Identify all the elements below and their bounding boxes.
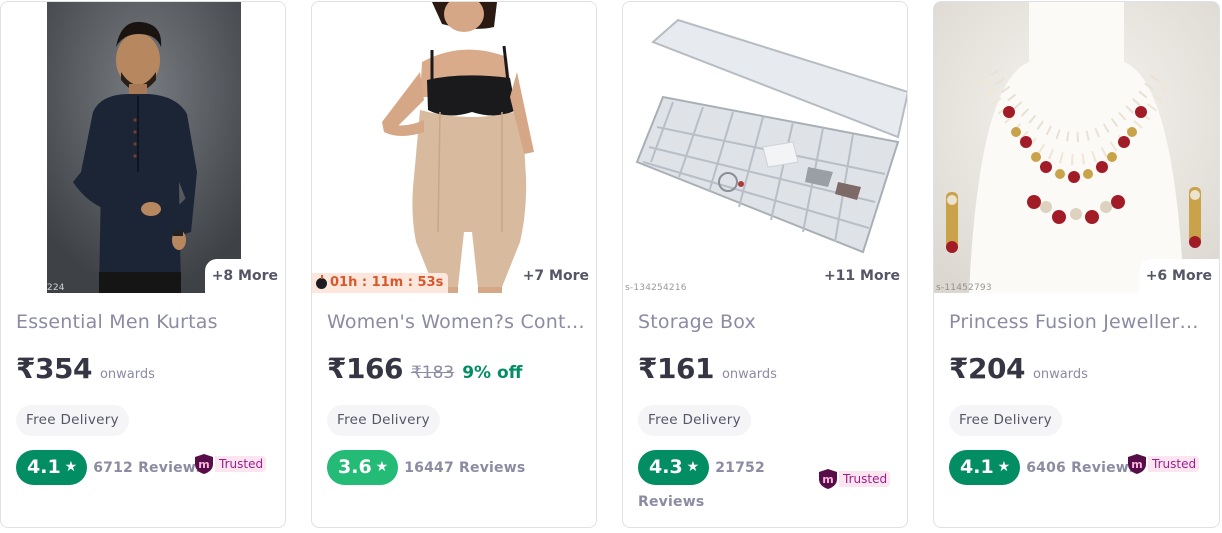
product-sku: s-11452793 (936, 283, 992, 293)
rating-badge: 4.1 ★ (949, 450, 1021, 485)
svg-text:m: m (1131, 458, 1142, 471)
rating-row: 4.1 ★ 6712 Reviews (16, 450, 204, 485)
star-icon: ★ (64, 459, 78, 475)
rating-row: 4.3 ★ 21752 Reviews (638, 450, 788, 510)
product-title[interactable]: Essential Men Kurtas (16, 311, 274, 333)
price-row: ₹204 onwards (949, 352, 1088, 385)
meesho-shield-icon: m (195, 454, 213, 474)
meesho-shield-icon: m (1128, 454, 1146, 474)
product-card[interactable]: 01h : 11m : 53s +7 More Women's Women?s … (311, 1, 597, 528)
product-price: ₹354 (16, 352, 92, 385)
product-card[interactable]: s-100479224 +8 More Essential Men Kurtas… (0, 1, 286, 528)
rating-value: 4.3 (649, 456, 683, 478)
price-suffix: onwards (721, 367, 777, 382)
svg-text:m: m (822, 473, 833, 486)
rating-badge: 4.1 ★ (16, 450, 88, 485)
free-delivery-badge: Free Delivery (16, 405, 129, 436)
product-price: ₹204 (949, 352, 1025, 385)
review-count: 6406 Reviews (1026, 459, 1138, 476)
star-icon: ★ (375, 459, 389, 475)
rating-badge: 3.6 ★ (327, 450, 399, 485)
trusted-badge: m Trusted (1127, 453, 1200, 475)
star-icon: ★ (997, 459, 1011, 475)
svg-text:m: m (198, 458, 209, 471)
deal-timer: 01h : 11m : 53s (312, 273, 449, 293)
review-count: 16447 Reviews (404, 459, 526, 476)
trusted-badge: m Trusted (818, 468, 891, 490)
discount-label: 9% off (462, 363, 523, 383)
product-image[interactable]: s-11452793 +6 More (934, 2, 1219, 293)
product-title[interactable]: Princess Fusion Jewellery Sets (949, 311, 1207, 333)
review-count: 6712 Reviews (93, 459, 205, 476)
product-price: ₹166 (327, 352, 403, 385)
product-price: ₹161 (638, 352, 714, 385)
timer-text: 01h : 11m : 53s (330, 275, 444, 290)
rating-row: 4.1 ★ 6406 Reviews (949, 450, 1137, 485)
meesho-shield-icon: m (819, 469, 837, 489)
rating-badge: 4.3 ★ (638, 450, 710, 485)
trusted-badge: m Trusted (194, 453, 267, 475)
more-variants-badge[interactable]: +7 More (515, 259, 596, 293)
star-icon: ★ (686, 459, 700, 475)
original-price: ₹183 (410, 363, 455, 383)
trusted-label: Trusted (1148, 456, 1200, 472)
free-delivery-badge: Free Delivery (949, 405, 1062, 436)
review-count: 21752 (715, 459, 765, 476)
rating-row: 3.6 ★ 16447 Reviews (327, 450, 525, 485)
product-card[interactable]: s-134254216 +11 More Storage Box ₹161 on… (622, 1, 908, 528)
more-variants-badge[interactable]: +8 More (204, 259, 285, 293)
free-delivery-badge: Free Delivery (638, 405, 751, 436)
price-suffix: onwards (1032, 367, 1088, 382)
review-count-suffix: Reviews (638, 494, 705, 510)
timer-bomb-icon (316, 274, 327, 289)
product-image[interactable]: 01h : 11m : 53s +7 More (312, 2, 596, 293)
more-variants-badge[interactable]: +6 More (1138, 259, 1219, 293)
product-image[interactable]: s-134254216 +11 More (623, 2, 907, 293)
price-row: ₹166 ₹183 9% off (327, 352, 522, 385)
price-row: ₹354 onwards (16, 352, 155, 385)
product-image[interactable]: s-100479224 +8 More (1, 2, 285, 293)
more-variants-badge[interactable]: +11 More (816, 259, 907, 293)
product-title[interactable]: Storage Box (638, 311, 896, 333)
rating-value: 3.6 (338, 456, 372, 478)
trusted-label: Trusted (839, 471, 891, 487)
free-delivery-badge: Free Delivery (327, 405, 440, 436)
product-sku: s-134254216 (625, 283, 687, 293)
product-card[interactable]: s-11452793 +6 More Princess Fusion Jewel… (933, 1, 1220, 528)
price-row: ₹161 onwards (638, 352, 777, 385)
trusted-label: Trusted (215, 456, 267, 472)
product-sku: s-100479224 (3, 283, 65, 293)
rating-value: 4.1 (960, 456, 994, 478)
rating-value: 4.1 (27, 456, 61, 478)
product-title[interactable]: Women's Women?s Contr... (327, 311, 585, 333)
price-suffix: onwards (99, 367, 155, 382)
